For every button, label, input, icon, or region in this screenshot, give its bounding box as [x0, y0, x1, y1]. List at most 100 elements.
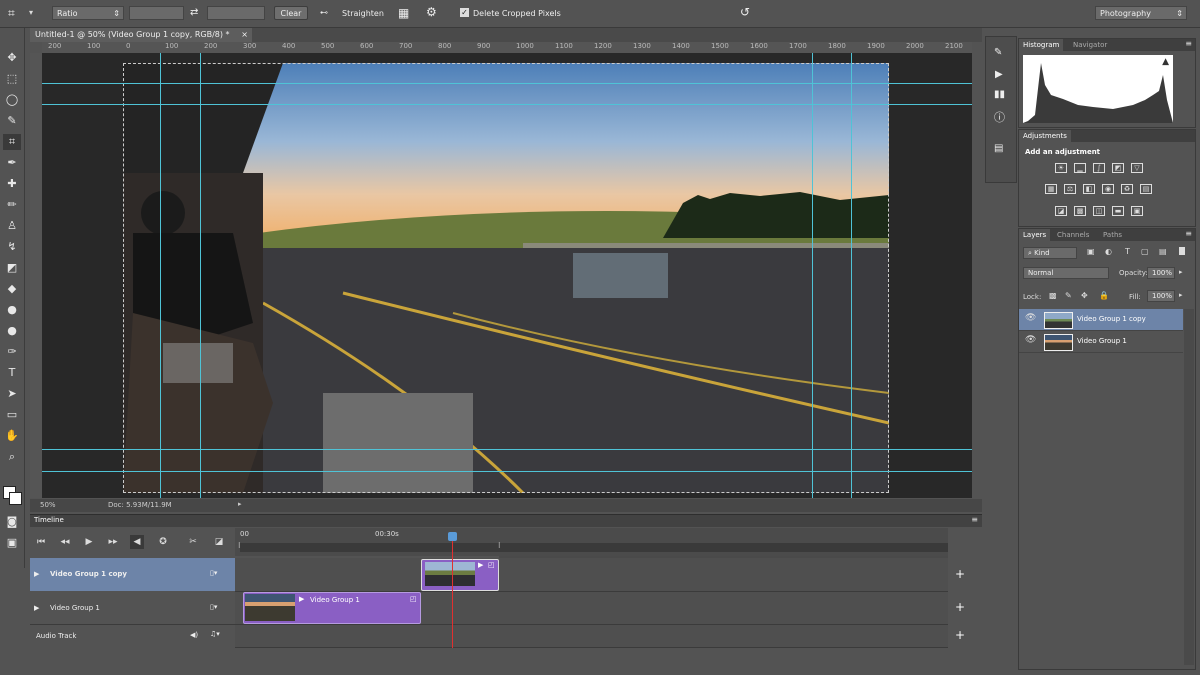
previous-frame-icon[interactable]: ◂◂ — [58, 535, 72, 549]
tab-paths[interactable]: Paths — [1099, 229, 1126, 241]
music-note-icon[interactable]: ♫▾ — [210, 630, 220, 638]
panel-menu-icon[interactable]: ≡ — [971, 515, 978, 524]
marquee-tool-icon[interactable]: ⬚ — [3, 71, 21, 87]
warning-icon[interactable]: ▲ — [1162, 57, 1169, 67]
color-balance-icon[interactable]: ⚖ — [1064, 184, 1076, 194]
crop-tool-icon[interactable]: ⌗ — [3, 134, 21, 150]
document-tab[interactable]: Untitled-1 @ 50% (Video Group 1 copy, RG… — [30, 28, 252, 42]
audio-mute-icon[interactable]: ◀ — [130, 535, 144, 549]
vibrance-icon[interactable]: ▽ — [1131, 163, 1143, 173]
background-color-swatch[interactable] — [9, 492, 22, 505]
gradient-tool-icon[interactable]: ◆ — [3, 281, 21, 297]
guide-line[interactable] — [812, 53, 813, 498]
work-area-bar[interactable] — [240, 543, 948, 552]
lock-transparent-icon[interactable]: ▩ — [1049, 291, 1057, 300]
zoom-level[interactable]: 50% — [40, 501, 56, 509]
fill-slider-arrow-icon[interactable]: ▸ — [1179, 291, 1183, 299]
filter-toggle[interactable] — [1179, 247, 1185, 255]
guide-line[interactable] — [42, 471, 972, 472]
video-clip[interactable]: ▶ Video Group 1 ◰ — [243, 592, 421, 624]
brightness-icon[interactable]: ☀ — [1055, 163, 1067, 173]
timeline-ruler[interactable]: 00 00:30s ⁝ ⁝ — [235, 528, 948, 556]
add-audio-icon[interactable]: + — [950, 628, 970, 642]
pen-tool-icon[interactable]: ✑ — [3, 344, 21, 360]
black-white-icon[interactable]: ◧ — [1083, 184, 1095, 194]
lock-image-icon[interactable]: ✎ — [1065, 291, 1072, 300]
curves-icon[interactable]: ∫ — [1093, 163, 1105, 173]
track-lane[interactable] — [235, 558, 948, 592]
stamp-tool-icon[interactable]: ♙ — [3, 218, 21, 234]
filter-type-icon[interactable]: T — [1125, 247, 1130, 256]
status-menu-icon[interactable]: ▸ — [238, 500, 242, 508]
opacity-field[interactable]: 100% — [1147, 267, 1175, 279]
tab-navigator[interactable]: Navigator — [1069, 39, 1111, 51]
type-tool-icon[interactable]: T — [3, 365, 21, 381]
transition-icon[interactable]: ◪ — [212, 535, 226, 549]
crop-tool-icon[interactable]: ⌗ — [8, 6, 15, 21]
lasso-tool-icon[interactable]: ◯ — [3, 92, 21, 108]
play-icon[interactable]: ▶ — [82, 535, 96, 549]
selective-color-icon[interactable]: ▣ — [1131, 206, 1143, 216]
fill-field[interactable]: 100% — [1147, 290, 1175, 302]
photo-filter-icon[interactable]: ◉ — [1102, 184, 1114, 194]
settings-gear-icon[interactable]: ⚙ — [426, 5, 437, 19]
timeline-scrollbar[interactable] — [30, 648, 982, 675]
height-field[interactable] — [207, 6, 265, 20]
next-frame-icon[interactable]: ▸▸ — [106, 535, 120, 549]
track-header-video-group-1-copy[interactable]: ▶ Video Group 1 copy ▯▾ — [30, 558, 235, 591]
levels-icon[interactable]: ▁ — [1074, 163, 1086, 173]
tab-adjustments[interactable]: Adjustments — [1019, 130, 1071, 142]
delete-cropped-checkbox[interactable]: ✓ — [460, 8, 469, 17]
straighten-icon[interactable]: ⊷ — [320, 8, 328, 17]
eraser-tool-icon[interactable]: ◩ — [3, 260, 21, 276]
guide-line[interactable] — [42, 449, 972, 450]
channel-mixer-icon[interactable]: ♻ — [1121, 184, 1133, 194]
clear-button[interactable]: Clear — [274, 6, 308, 20]
quick-mask-icon[interactable]: ◙ — [3, 514, 21, 530]
width-field[interactable] — [129, 6, 184, 20]
guide-line[interactable] — [851, 53, 852, 498]
posterize-icon[interactable]: ▩ — [1074, 206, 1086, 216]
tab-channels[interactable]: Channels — [1053, 229, 1093, 241]
opacity-slider-arrow-icon[interactable]: ▸ — [1179, 268, 1183, 276]
tab-histogram[interactable]: Histogram — [1019, 39, 1064, 51]
film-options-icon[interactable]: ▯▾ — [210, 569, 217, 577]
exposure-icon[interactable]: ◩ — [1112, 163, 1124, 173]
work-area-start-handle[interactable]: ⁝ — [238, 541, 241, 550]
add-media-icon[interactable]: + — [950, 600, 970, 614]
threshold-icon[interactable]: ◫ — [1093, 206, 1105, 216]
reset-icon[interactable]: ↺ — [740, 5, 750, 19]
playhead-handle[interactable] — [448, 532, 457, 541]
hand-tool-icon[interactable]: ✋ — [3, 428, 21, 444]
lock-all-icon[interactable]: 🔒 — [1099, 291, 1109, 300]
guide-line[interactable] — [200, 53, 201, 498]
video-clip[interactable]: ▶ ◰ — [421, 559, 499, 591]
guide-line[interactable] — [42, 104, 972, 105]
go-to-first-frame-icon[interactable]: ⏮ — [34, 535, 48, 549]
expand-arrow-icon[interactable]: ▶ — [34, 570, 39, 578]
layer-row-video-group-1[interactable]: 👁 Video Group 1 — [1019, 331, 1183, 353]
track-header-video-group-1[interactable]: ▶ Video Group 1 ▯▾ — [30, 592, 235, 625]
panel-menu-icon[interactable]: ≡ — [1185, 39, 1192, 48]
expand-arrow-icon[interactable]: ▶ — [34, 604, 39, 612]
work-area-end-handle[interactable]: ⁝ — [498, 541, 501, 550]
overlay-grid-icon[interactable]: ▦ — [398, 6, 409, 20]
clip-menu-icon[interactable]: ▶ — [299, 595, 304, 603]
kind-filter-select[interactable]: ⌕ Kind — [1023, 247, 1077, 259]
blend-mode-select[interactable]: Normal — [1023, 267, 1109, 279]
filter-smart-icon[interactable]: ▤ — [1159, 247, 1167, 256]
render-settings-icon[interactable]: ✪ — [156, 535, 170, 549]
brush-tool-icon[interactable]: ✏ — [3, 197, 21, 213]
add-media-icon[interactable]: + — [950, 567, 970, 581]
clip-menu-icon[interactable]: ▶ — [478, 561, 483, 569]
workspace-select[interactable]: Photography ⇕ — [1095, 6, 1187, 20]
color-lookup-icon[interactable]: ▤ — [1140, 184, 1152, 194]
eyedropper-icon[interactable]: ✒ — [3, 155, 21, 171]
panel-menu-icon[interactable]: ≡ — [1185, 229, 1192, 238]
gradient-map-icon[interactable]: ▬ — [1112, 206, 1124, 216]
ratio-select[interactable]: Ratio ⇕ — [52, 6, 124, 20]
properties-icon[interactable]: ▤ — [994, 143, 1003, 154]
actions-play-icon[interactable]: ▶ — [995, 69, 1003, 80]
close-icon[interactable]: × — [241, 28, 248, 42]
hue-saturation-icon[interactable]: ▦ — [1045, 184, 1057, 194]
